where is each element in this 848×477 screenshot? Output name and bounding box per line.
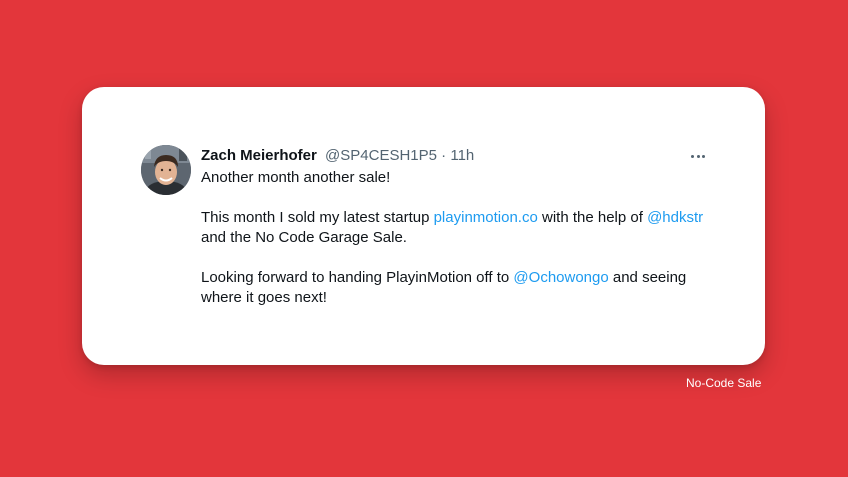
tweet-text: Another month another sale! This month I… <box>201 168 721 328</box>
author-name[interactable]: Zach Meierhofer <box>201 147 317 164</box>
tweet-text-part: Looking forward to handing PlayinMotion … <box>201 269 514 286</box>
mention-ochowongo[interactable]: @Ochowongo <box>513 269 608 286</box>
tweet-timestamp[interactable]: 11h <box>450 147 474 164</box>
tweet-text-part: and the No Code Garage Sale. <box>201 229 407 246</box>
tweet-line: Another month another sale! <box>201 169 391 186</box>
tweet-text-part: This month I sold my latest startup <box>201 209 434 226</box>
startup-link[interactable]: playinmotion.co <box>434 209 538 226</box>
caption-label: No-Code Sale <box>686 376 762 390</box>
separator: · <box>441 147 447 164</box>
tweet-paragraph-2: This month I sold my latest startup play… <box>201 208 721 248</box>
dot <box>691 154 694 158</box>
avatar[interactable] <box>141 145 191 195</box>
tweet-text-part: with the help of <box>537 209 648 226</box>
dot <box>702 154 705 158</box>
tweet-paragraph-3: Looking forward to handing PlayinMotion … <box>201 268 721 308</box>
mention-hdkstr[interactable]: @hdkstr <box>647 209 703 226</box>
profile-photo-icon <box>141 145 191 195</box>
dot <box>696 154 700 158</box>
tweet-header: Zach Meierhofer @SP4CESH1P5 · 11h <box>201 147 474 165</box>
more-options-icon[interactable] <box>691 147 705 165</box>
tweet-paragraph-1: Another month another sale! <box>201 168 721 188</box>
author-handle[interactable]: @SP4CESH1P5 <box>325 147 437 164</box>
tweet-card: Zach Meierhofer @SP4CESH1P5 · 11h Anothe… <box>82 87 765 365</box>
